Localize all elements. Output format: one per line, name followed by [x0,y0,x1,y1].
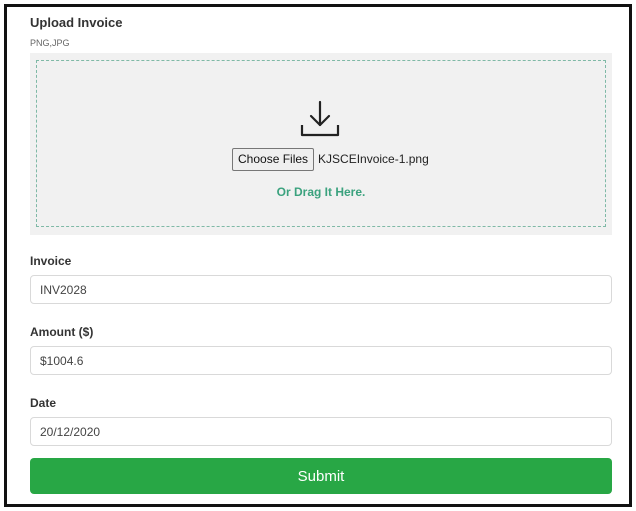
invoice-label: Invoice [30,254,72,268]
submit-button[interactable]: Submit [30,458,612,494]
choose-files-button[interactable]: Choose Files [232,147,315,171]
download-tray-icon [300,100,340,137]
upload-title: Upload Invoice [30,15,123,30]
amount-label: Amount ($) [30,325,94,339]
date-label: Date [30,396,57,410]
dropzone-border [36,60,606,227]
upload-form-card: Upload Invoice PNG,JPG Choose Files KJSC… [4,4,632,507]
upload-formats: PNG,JPG [30,38,70,48]
invoice-input[interactable] [30,275,612,304]
file-input-row: Choose Files KJSCEInvoice-1.png [232,147,429,171]
drag-hint: Or Drag It Here. [276,185,366,199]
date-input[interactable] [30,417,612,446]
amount-input[interactable] [30,346,612,375]
selected-file-name: KJSCEInvoice-1.png [318,152,429,166]
file-dropzone[interactable]: Choose Files KJSCEInvoice-1.png Or Drag … [30,53,612,235]
